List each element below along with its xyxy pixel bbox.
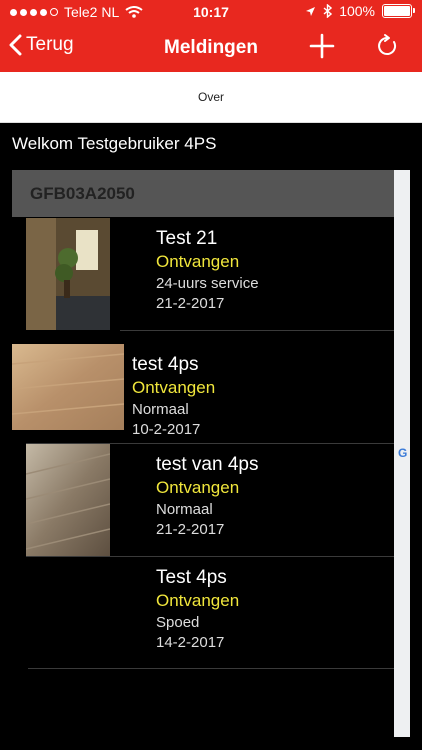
item-title: Test 4ps <box>156 567 227 588</box>
item-photo <box>26 218 110 330</box>
list-item[interactable]: test van 4ps Ontvangen Normaal 21-2-2017 <box>24 444 394 556</box>
item-status: Ontvangen <box>156 478 240 497</box>
list-item[interactable]: Test 4ps Ontvangen Spoed 14-2-2017 <box>24 557 394 669</box>
welcome-text: Welkom Testgebruiker 4PS <box>12 134 217 153</box>
item-status: Ontvangen <box>156 591 240 610</box>
status-bar: Tele2 NL 10:17 100% <box>0 0 422 24</box>
item-date: 10-2-2017 <box>132 421 201 438</box>
item-status: Ontvangen <box>132 378 216 397</box>
battery-icon <box>382 4 415 18</box>
item-title: test van 4ps <box>156 454 259 475</box>
header: Tele2 NL 10:17 100% Terug Meldingen <box>0 0 422 72</box>
item-photo <box>12 344 124 430</box>
item-type: Normaal <box>132 401 189 418</box>
over-button[interactable]: Over <box>0 90 422 104</box>
section-title: GFB03A2050 <box>30 184 135 203</box>
index-letter[interactable]: G <box>398 446 407 460</box>
item-title: Test 21 <box>156 228 218 249</box>
list-item[interactable]: Test 21 Ontvangen 24-uurs service 21-2-2… <box>24 218 394 330</box>
item-date: 21-2-2017 <box>156 295 225 312</box>
item-status: Ontvangen <box>156 252 240 271</box>
divider <box>120 330 394 331</box>
info-bar: Over <box>0 72 422 123</box>
item-title: test 4ps <box>132 354 199 375</box>
item-date: 21-2-2017 <box>156 521 225 538</box>
section-header: GFB03A2050 <box>12 170 394 217</box>
item-type: 24-uurs service <box>156 275 259 292</box>
item-type: Normaal <box>156 501 213 518</box>
item-type: Spoed <box>156 614 200 631</box>
location-icon <box>306 6 316 16</box>
list-item[interactable]: test 4ps Ontvangen Normaal 10-2-2017 <box>0 344 370 456</box>
nav-bar: Terug Meldingen <box>0 24 422 72</box>
bluetooth-icon <box>323 4 333 18</box>
item-date: 14-2-2017 <box>156 634 225 651</box>
battery-percent: 100% <box>339 3 375 19</box>
add-button[interactable] <box>308 32 336 60</box>
refresh-button[interactable] <box>374 33 400 59</box>
item-photo <box>26 444 110 556</box>
divider <box>28 668 394 669</box>
page-title: Meldingen <box>164 37 258 58</box>
